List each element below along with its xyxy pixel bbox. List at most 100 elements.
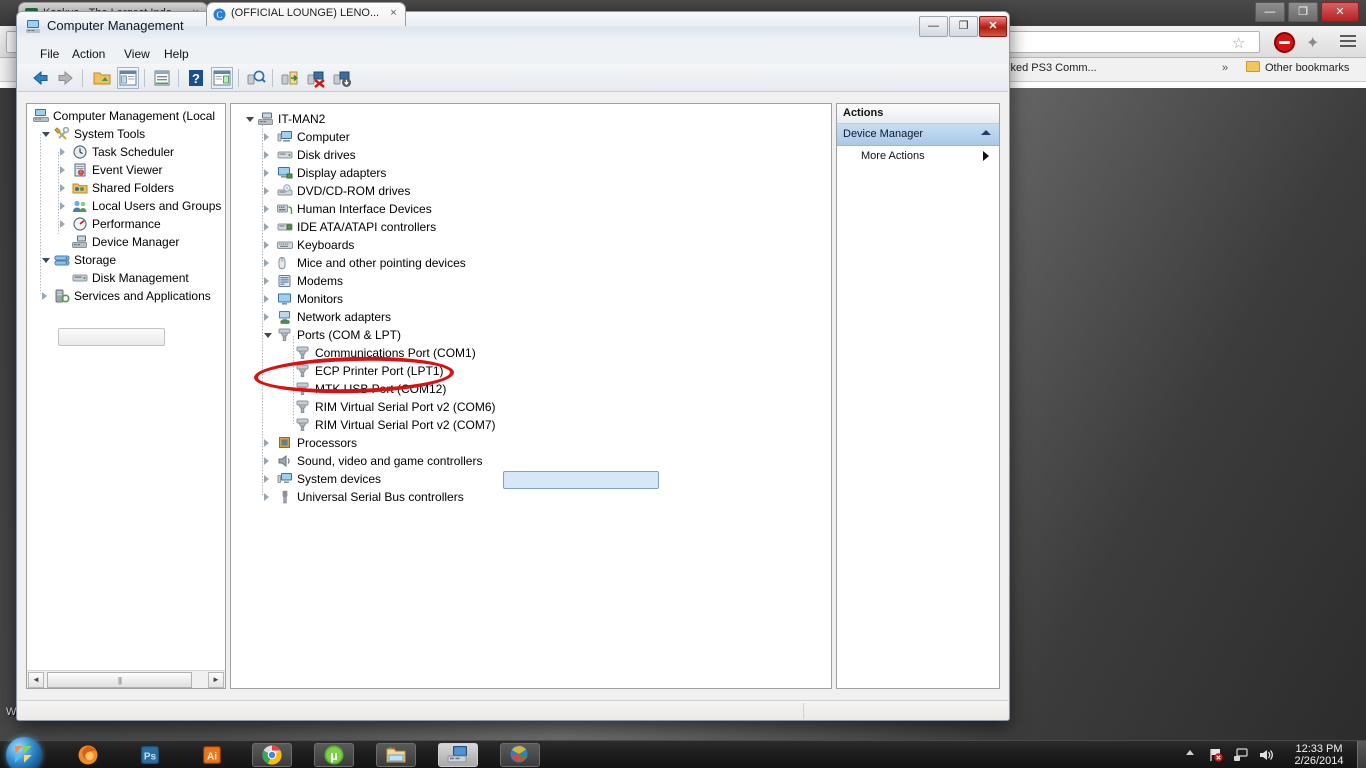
disk-management-icon <box>72 274 88 282</box>
chevron-right-icon[interactable] <box>264 277 269 285</box>
disable-device-icon[interactable] <box>306 68 326 88</box>
update-driver-icon[interactable] <box>280 68 300 88</box>
bookmarks-overflow-icon[interactable]: » <box>1222 62 1228 74</box>
tree-label: Computer Management (Local <box>53 109 216 123</box>
taskbar-illustrator[interactable]: Ai <box>192 743 232 767</box>
up-folder-icon[interactable] <box>92 68 112 88</box>
chevron-right-icon[interactable] <box>60 148 65 156</box>
chevron-right-icon[interactable] <box>60 220 65 228</box>
chevron-right-icon[interactable] <box>264 151 269 159</box>
taskbar-chrome[interactable] <box>252 743 292 767</box>
tree-guide-line <box>40 134 41 294</box>
window-maximize-button[interactable]: ❐ <box>949 16 978 37</box>
menu-view[interactable]: View <box>118 46 156 62</box>
chevron-right-icon[interactable] <box>264 241 269 249</box>
chevron-down-icon[interactable] <box>264 333 272 338</box>
console-tree-horizontal-scrollbar[interactable]: ◄ ► <box>27 670 225 688</box>
chrome-menu-icon[interactable] <box>1340 35 1356 50</box>
chevron-right-icon[interactable] <box>264 475 269 483</box>
port-icon <box>296 418 309 431</box>
chrome-tab-1[interactable]: C (OFFICIAL LOUNGE) LENO... × <box>206 2 406 26</box>
device-manager-pane[interactable]: IT-MAN2 Computer Disk drives Display ada… <box>230 103 832 689</box>
taskbar[interactable]: Ps Ai µ 12:33 PM 2/26/2014 <box>0 737 1366 768</box>
console-tree[interactable]: Computer Management (Local System Tools <box>27 104 225 670</box>
show-desktop-button[interactable] <box>1357 741 1366 768</box>
taskbar-internet-download-manager[interactable] <box>500 743 540 767</box>
taskbar-computer-management[interactable] <box>438 743 478 767</box>
chrome-tab-1-close-icon[interactable]: × <box>388 8 399 19</box>
browser-close-button[interactable]: ✕ <box>1321 2 1359 22</box>
back-arrow-icon[interactable] <box>30 68 50 88</box>
menu-action[interactable]: Action <box>66 46 111 62</box>
chevron-up-icon[interactable] <box>981 130 991 135</box>
actions-section-device-manager[interactable]: Device Manager <box>837 124 999 146</box>
browser-minimize-button[interactable]: — <box>1255 2 1285 22</box>
computer-management-window[interactable]: Computer Management — ❐ ✕ File Action Vi… <box>16 11 1010 721</box>
device-tree[interactable]: IT-MAN2 Computer Disk drives Display ada… <box>231 104 831 688</box>
taskbar-photoshop[interactable]: Ps <box>130 743 170 767</box>
chevron-down-icon[interactable] <box>42 258 50 263</box>
window-minimize-button[interactable]: — <box>919 16 948 37</box>
chevron-down-icon[interactable] <box>246 117 254 122</box>
chevron-right-icon[interactable] <box>264 439 269 447</box>
clock-date: 2/26/2014 <box>1294 755 1344 767</box>
window-close-button[interactable]: ✕ <box>979 16 1007 37</box>
bookmark-item-truncated[interactable]: cked PS3 Comm... <box>1005 62 1097 74</box>
chevron-down-icon[interactable] <box>42 132 50 137</box>
network-icon[interactable] <box>1233 747 1249 763</box>
show-hide-action-pane-icon[interactable] <box>211 67 233 89</box>
menu-file[interactable]: File <box>34 46 65 62</box>
chevron-right-icon[interactable] <box>264 493 269 501</box>
usb-icon <box>282 490 288 504</box>
help-icon[interactable]: ? <box>186 68 206 88</box>
device-label: Communications Port (COM1) <box>315 346 476 360</box>
show-hidden-icons-arrow[interactable] <box>1186 750 1194 755</box>
chevron-right-icon[interactable] <box>264 295 269 303</box>
start-button[interactable] <box>6 737 42 768</box>
forward-arrow-icon[interactable] <box>56 68 76 88</box>
chevron-right-icon[interactable] <box>983 151 989 161</box>
scroll-right-arrow-icon[interactable]: ► <box>208 672 224 688</box>
console-tree-pane[interactable]: Computer Management (Local System Tools <box>26 103 226 689</box>
chevron-right-icon[interactable] <box>264 259 269 267</box>
menu-help[interactable]: Help <box>158 46 195 62</box>
taskbar-windows-explorer[interactable] <box>376 743 416 767</box>
dvd-drive-icon <box>277 184 293 196</box>
other-bookmarks-folder-icon[interactable] <box>1246 61 1260 72</box>
device-label: RIM Virtual Serial Port v2 (COM6) <box>315 400 496 414</box>
browser-maximize-button[interactable]: ❐ <box>1288 2 1318 22</box>
actions-more-actions[interactable]: More Actions <box>837 146 999 168</box>
display-adapter-icon <box>278 167 293 179</box>
chevron-right-icon[interactable] <box>264 223 269 231</box>
show-hide-console-tree-icon[interactable] <box>117 67 139 89</box>
chevron-right-icon[interactable] <box>264 187 269 195</box>
taskbar-utorrent[interactable]: µ <box>314 743 354 767</box>
chevron-right-icon[interactable] <box>264 133 269 141</box>
chevron-right-icon[interactable] <box>42 292 47 300</box>
scan-for-hardware-changes-icon[interactable] <box>246 68 266 88</box>
chevron-right-icon[interactable] <box>60 202 65 210</box>
volume-icon[interactable] <box>1258 747 1274 763</box>
extension-wand-icon[interactable]: ✦ <box>1306 33 1319 53</box>
chevron-right-icon[interactable] <box>60 184 65 192</box>
chevron-right-icon[interactable] <box>264 205 269 213</box>
clock[interactable]: 12:33 PM 2/26/2014 <box>1288 743 1350 767</box>
scroll-left-arrow-icon[interactable]: ◄ <box>28 672 44 688</box>
processor-icon <box>279 437 290 448</box>
action-center-flag-icon[interactable] <box>1208 747 1224 763</box>
chevron-right-icon[interactable] <box>264 457 269 465</box>
adblock-icon[interactable] <box>1274 32 1295 53</box>
svg-text:µ: µ <box>330 748 338 763</box>
chevron-right-icon[interactable] <box>264 313 269 321</box>
properties-icon[interactable] <box>152 68 172 88</box>
chevron-right-icon[interactable] <box>60 166 65 174</box>
uninstall-device-icon[interactable] <box>332 68 352 88</box>
computer-management-titlebar[interactable]: Computer Management — ❐ ✕ <box>17 12 1009 42</box>
toolbar-separator-1 <box>82 69 83 87</box>
other-bookmarks-label[interactable]: Other bookmarks <box>1265 62 1349 74</box>
taskbar-firefox[interactable] <box>68 743 108 767</box>
bookmark-star-icon[interactable]: ☆ <box>1232 34 1245 52</box>
scrollbar-thumb[interactable] <box>47 672 192 688</box>
chevron-right-icon[interactable] <box>264 169 269 177</box>
actions-pane[interactable]: Actions Device Manager More Actions <box>836 103 1000 689</box>
